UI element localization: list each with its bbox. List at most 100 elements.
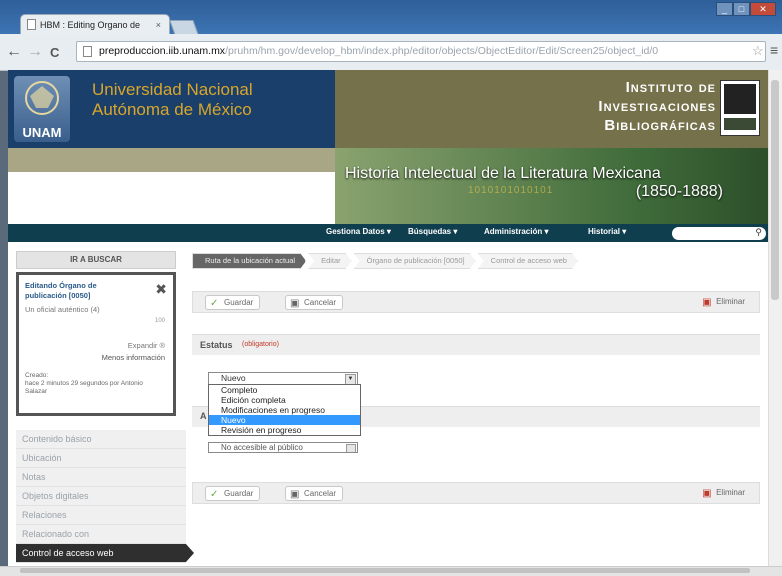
window-controls: _ □ ✕ — [716, 2, 776, 16]
sidebar-item-ubicacion[interactable]: Ubicación — [16, 449, 186, 468]
iib-logo[interactable] — [720, 80, 760, 136]
header-band-left — [8, 148, 335, 172]
institute-line-2: Investigaciones — [598, 98, 716, 115]
window-close-button[interactable]: ✕ — [750, 2, 776, 16]
breadcrumb-item[interactable]: Control de acceso web — [478, 253, 578, 269]
top-action-bar: ✓ Guardar ▣ Cancelar ▣ Eliminar — [192, 291, 760, 313]
forward-icon[interactable]: → — [27, 43, 43, 61]
delete-button[interactable]: ▣ Eliminar — [698, 295, 751, 310]
save-button[interactable]: ✓ Guardar — [205, 295, 261, 310]
status-legend[interactable]: Estatus (obligatorio) — [192, 334, 760, 355]
breadcrumb-item[interactable]: Ruta de la ubicación actual — [192, 253, 306, 269]
sidebar-item-relaciones[interactable]: Relaciones — [16, 506, 186, 525]
university-name: Universidad Nacional Autónoma de México — [92, 80, 253, 120]
less-info-link[interactable]: Menos información — [102, 353, 165, 362]
browser-menu-icon[interactable]: ≡ — [770, 42, 778, 58]
record-info-box: Editando Órgano de publicación [0050] ✖ … — [16, 272, 176, 416]
minimize-button[interactable]: _ — [716, 2, 733, 16]
back-icon[interactable]: ← — [6, 43, 22, 61]
reload-icon[interactable]: C — [50, 45, 59, 60]
project-title-line-1: Historia Intelectual de la Literatura Me… — [345, 165, 661, 182]
status-title: Estatus — [200, 340, 233, 350]
required-label: (obligatorio) — [242, 341, 279, 348]
status-option[interactable]: Modificaciones en progreso — [209, 405, 360, 415]
save-label: Guardar — [224, 298, 254, 307]
sidebar-item-relacionado-con[interactable]: Relacionado con — [16, 525, 186, 544]
institute-line-1: Instituto de — [625, 79, 716, 96]
created-info: Creado: hace 2 minutos 29 segundos por A… — [25, 372, 145, 396]
institute-line-3: Bibliográficas — [604, 117, 716, 134]
vertical-scroll-thumb[interactable] — [771, 80, 779, 300]
status-option[interactable]: Revisión en progreso — [209, 425, 360, 435]
chevron-down-icon — [346, 444, 356, 452]
main-navbar: Gestiona Datos ▾ Búsquedas ▾ Administrac… — [8, 224, 768, 242]
url-host: preproduccion.iib.unam.mx — [99, 45, 226, 57]
delete-button[interactable]: ▣ Eliminar — [698, 486, 751, 501]
status-dropdown: Completo Edición completa Modificaciones… — [208, 384, 361, 436]
unam-label: UNAM — [22, 125, 62, 140]
cancel-button[interactable]: ▣ Cancelar — [285, 486, 344, 501]
tab-title: HBM : Editing Organo de — [40, 19, 141, 30]
access-title: A — [200, 411, 207, 421]
check-icon: ✓ — [210, 489, 219, 500]
project-title-line-2: (1850-1888) — [635, 183, 723, 200]
iib-mark-icon — [724, 84, 756, 114]
cancel-label: Cancelar — [304, 298, 337, 307]
iib-bar — [724, 118, 756, 130]
breadcrumb: Ruta de la ubicación actual Editar Órgan… — [192, 253, 580, 269]
nav-gestiona-datos[interactable]: Gestiona Datos ▾ — [326, 227, 391, 236]
access-select-value: No accesible al público — [221, 443, 303, 452]
browser-tab[interactable]: HBM : Editing Organo de × — [20, 14, 170, 34]
save-button[interactable]: ✓ Guardar — [205, 486, 261, 501]
window-icon: ▣ — [290, 489, 300, 500]
cancel-label: Cancelar — [304, 489, 337, 498]
unam-logo[interactable]: UNAM — [14, 76, 70, 142]
address-bar[interactable]: preproduccion.iib.unam.mx/pruhm/hm.gov/d… — [76, 41, 766, 62]
delete-icon: ▣ — [702, 297, 712, 308]
horizontal-scroll-thumb[interactable] — [20, 568, 750, 573]
maximize-button[interactable]: □ — [733, 2, 750, 16]
delete-label: Eliminar — [716, 488, 745, 497]
status-option[interactable]: Completo — [209, 385, 360, 395]
delete-icon: ▣ — [702, 488, 712, 499]
sidebar-item-control-acceso[interactable]: Control de acceso web — [16, 544, 194, 563]
page-icon — [83, 46, 92, 57]
tab-close-icon[interactable]: × — [156, 20, 161, 30]
expand-link[interactable]: Expandir ® — [128, 341, 165, 350]
bottom-action-bar: ✓ Guardar ▣ Cancelar ▣ Eliminar — [192, 482, 760, 504]
breadcrumb-item[interactable]: Editar — [308, 253, 352, 269]
sidebar-item-notas[interactable]: Notas — [16, 468, 186, 487]
new-tab-button[interactable] — [169, 20, 199, 35]
sidebar-menu: Contenido básico Ubicación Notas Objetos… — [16, 430, 194, 563]
project-title: Historia Intelectual de la Literatura Me… — [343, 165, 723, 201]
created-label: Creado: — [25, 372, 49, 379]
window-icon: ▣ — [290, 298, 300, 309]
breadcrumb-item[interactable]: Órgano de publicación [0050] — [354, 253, 476, 269]
save-label: Guardar — [224, 489, 254, 498]
nav-historial[interactable]: Historial ▾ — [588, 227, 626, 236]
search-icon: ⚲ — [755, 227, 762, 237]
status-select-value: Nuevo — [221, 373, 246, 383]
record-title: Editando Órgano de publicación [0050] — [25, 281, 97, 300]
nav-busquedas[interactable]: Búsquedas ▾ — [408, 227, 457, 236]
url-path: /pruhm/hm.gov/develop_hbm/index.php/edit… — [225, 45, 659, 57]
bookmark-star-icon[interactable]: ☆ — [752, 43, 764, 59]
close-icon[interactable]: ✖ — [155, 281, 167, 298]
status-option[interactable]: Edición completa — [209, 395, 360, 405]
eagle-crest-icon — [25, 81, 59, 115]
access-select[interactable]: No accesible al público — [208, 442, 358, 453]
search-input[interactable]: ⚲ — [672, 227, 766, 240]
cancel-button[interactable]: ▣ Cancelar — [285, 295, 344, 310]
check-icon: ✓ — [210, 298, 219, 309]
sidebar-item-objetos-digitales[interactable]: Objetos digitales — [16, 487, 186, 506]
back-to-search-button[interactable]: IR A BUSCAR — [16, 251, 176, 269]
university-line-1: Universidad Nacional — [92, 80, 253, 99]
record-subtitle[interactable]: Un oficial auténtico (4) — [25, 305, 167, 314]
status-option-highlighted[interactable]: Nuevo — [209, 415, 360, 425]
institute-name: Instituto de Investigaciones Bibliográfi… — [528, 78, 716, 135]
page-icon — [27, 19, 36, 30]
created-text: hace 2 minutos 29 segundos por Antonio S… — [25, 380, 143, 395]
nav-administracion[interactable]: Administración ▾ — [484, 227, 548, 236]
sidebar-item-contenido-basico[interactable]: Contenido básico — [16, 430, 186, 449]
delete-label: Eliminar — [716, 297, 745, 306]
